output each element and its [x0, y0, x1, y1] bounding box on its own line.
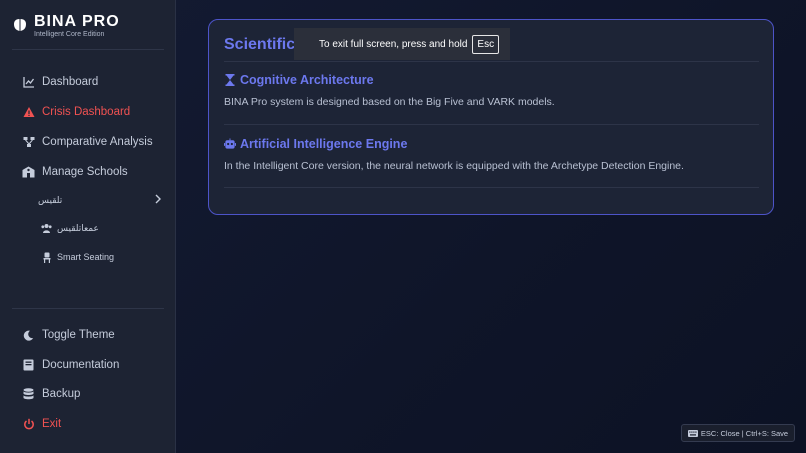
brand: BINA PRO Intelligent Core Edition: [12, 13, 164, 49]
section-title-ai-engine: Artificial Intelligence Engine: [224, 137, 407, 151]
nav-label: Crisis Dashboard: [42, 106, 131, 118]
divider: [224, 61, 759, 62]
hourglass-icon: [224, 74, 236, 86]
divider: [12, 49, 164, 50]
nav-label: Exit: [42, 418, 62, 430]
chart-line-icon: [22, 76, 35, 89]
nav-toggle-theme[interactable]: Toggle Theme: [22, 325, 172, 345]
divider: [12, 308, 164, 309]
nav-label: Backup: [42, 388, 81, 400]
submenu-item-label: عمعاتلقيس: [57, 222, 99, 233]
card-heading: Scientific: [224, 36, 296, 53]
nav-exit[interactable]: Exit: [22, 414, 172, 434]
brand-subtitle: Intelligent Core Edition: [34, 31, 105, 38]
nav-documentation[interactable]: Documentation: [22, 355, 172, 375]
chevron-right-icon: [154, 194, 162, 206]
nav-label: Documentation: [42, 359, 120, 371]
chair-icon: [41, 252, 52, 263]
divider: [224, 187, 759, 188]
book-icon: [22, 359, 35, 372]
divider: [224, 124, 759, 125]
sidebar: BINA PRO Intelligent Core Edition Dashbo…: [0, 0, 176, 453]
database-icon: [22, 388, 35, 401]
submenu-item-smart-seating[interactable]: Smart Seating: [41, 249, 161, 265]
moon-icon: [22, 329, 35, 342]
power-icon: [22, 418, 35, 431]
keyboard-icon: [687, 429, 698, 437]
section-title-text: Artificial Intelligence Engine: [240, 137, 408, 151]
section-title-cognitive: Cognitive Architecture: [224, 73, 374, 87]
nav-label: Manage Schools: [42, 166, 128, 178]
fullscreen-toast: To exit full screen, press and hold Esc: [294, 28, 510, 60]
nav-comparative-analysis[interactable]: Comparative Analysis: [22, 132, 172, 152]
nav-label: Toggle Theme: [42, 329, 115, 341]
hint-text: ESC: Close | Ctrl+S: Save: [700, 428, 789, 438]
section-text: BINA Pro system is designed based on the…: [224, 96, 555, 108]
nav-backup[interactable]: Backup: [22, 384, 172, 404]
submenu-item-label: Smart Seating: [57, 252, 115, 262]
keyboard-hint: ESC: Close | Ctrl+S: Save: [681, 424, 795, 442]
nav-dashboard[interactable]: Dashboard: [22, 72, 172, 92]
toast-message: To exit full screen, press and hold: [319, 38, 468, 50]
section-title-text: Cognitive Architecture: [240, 73, 374, 87]
diagram-icon: [22, 136, 35, 149]
warning-icon: [22, 106, 35, 119]
robot-icon: [224, 138, 236, 150]
submenu-item-users[interactable]: عمعاتلقيس: [41, 220, 161, 236]
nav-crisis-dashboard[interactable]: Crisis Dashboard: [22, 102, 172, 122]
submenu-label: تلقيس: [38, 194, 63, 205]
brand-title: BINA PRO: [34, 13, 120, 30]
nav-manage-schools[interactable]: Manage Schools: [22, 162, 172, 182]
section-text: In the Intelligent Core version, the neu…: [224, 160, 684, 172]
brain-icon: [12, 17, 28, 33]
esc-key: Esc: [472, 34, 500, 54]
nav-label: Comparative Analysis: [42, 136, 153, 148]
school-icon: [22, 166, 35, 179]
nav-label: Dashboard: [42, 76, 99, 88]
users-icon: [41, 223, 52, 234]
submenu-toggle[interactable]: تلقيس: [38, 192, 162, 208]
